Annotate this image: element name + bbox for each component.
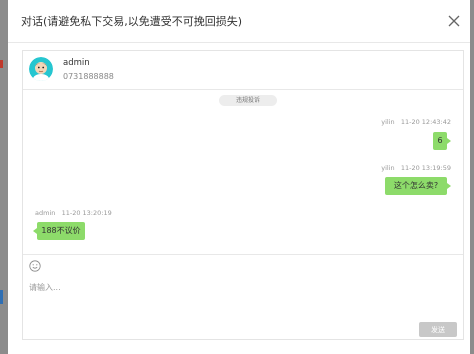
emoji-icon[interactable] [29, 260, 41, 272]
dialog-title: 对话(请避免私下交易,以免遭受不可挽回损失) [21, 15, 243, 28]
avatar-cartoon-icon [29, 57, 53, 81]
message-sender: yilin [381, 118, 395, 126]
avatar [29, 57, 53, 81]
dialog-header: 对话(请避免私下交易,以免遭受不可挽回损失) [8, 0, 470, 43]
message-sender: admin [35, 209, 56, 217]
message-bubble: 这个怎么卖? [385, 177, 451, 195]
message-meta: yilin 11-20 12:43:42 [381, 118, 451, 126]
message-time: 11-20 13:20:19 [61, 209, 112, 217]
composer: 发送 [23, 254, 463, 340]
message-bubble: 6 [433, 132, 451, 150]
contact-header: admin 0731888888 [23, 51, 463, 90]
message-bubble: 188不议价 [33, 222, 85, 240]
message-input[interactable] [29, 277, 449, 297]
message-meta: yilin 11-20 13:19:59 [381, 164, 451, 172]
message-sender: yilin [381, 164, 395, 172]
chat-panel: admin 0731888888 违规投诉 yilin 11-20 12:43:… [22, 50, 464, 340]
send-button[interactable]: 发送 [419, 322, 457, 337]
message-time: 11-20 13:19:59 [400, 164, 451, 172]
message-meta: admin 11-20 13:20:19 [35, 209, 112, 217]
close-icon[interactable] [447, 14, 461, 28]
backdrop-fragment [0, 290, 3, 304]
backdrop-fragment [0, 60, 3, 68]
chat-dialog: 对话(请避免私下交易,以免遭受不可挽回损失) admin 0731888888 [8, 0, 470, 354]
message-time: 11-20 12:43:42 [400, 118, 451, 126]
contact-name: admin [63, 58, 90, 68]
report-violation-button[interactable]: 违规投诉 [219, 95, 277, 106]
contact-phone: 0731888888 [63, 72, 114, 81]
